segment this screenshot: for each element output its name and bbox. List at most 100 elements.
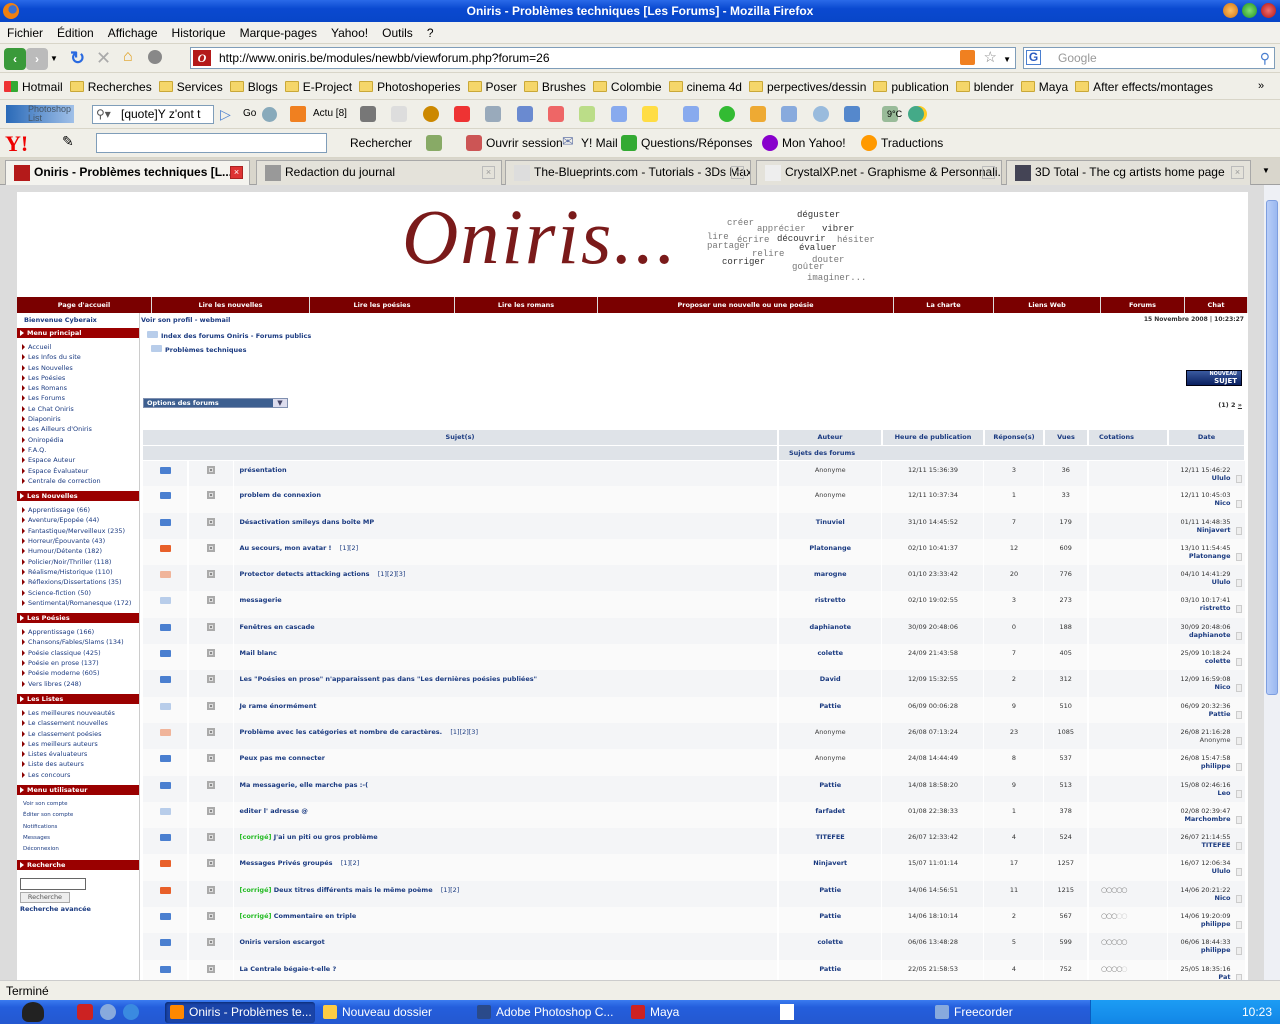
bookmark-item[interactable]: Hotmail [4,73,63,100]
bookmark-item[interactable]: perpectives/dessin [748,73,866,100]
profile-links[interactable]: Voir son profil - webmail [141,316,230,324]
sidebar-item[interactable]: Oniropédia [17,435,139,445]
sidebar-item[interactable]: Déconnexion [17,844,139,855]
my-yahoo-button[interactable]: Mon Yahoo! [782,136,846,150]
sidebar-item[interactable]: Les meilleures nouveautés [17,708,139,718]
top-nav-link[interactable]: Liens Web [994,297,1101,313]
bookmark-star-icon[interactable]: ☆ [984,48,997,68]
go-button[interactable]: Go [243,108,256,119]
last-post-doc-icon[interactable] [1235,763,1242,772]
login-button[interactable]: Ouvrir session [486,136,563,150]
col-subject[interactable]: Sujet(s) [143,430,779,446]
sidebar-item[interactable]: Listes évaluateurs [17,749,139,759]
sidebar-item[interactable]: Aventure/Epopée (44) [17,515,139,525]
last-post-author[interactable]: philippe [1168,762,1231,770]
topic-author[interactable]: Tinuviel [816,518,845,526]
color-wheel-icon[interactable] [422,106,439,122]
sidebar-item[interactable]: Diaponiris [17,414,139,424]
bookmark-item[interactable]: Services [158,73,223,100]
sidebar-item[interactable]: Espace Auteur [17,455,139,465]
last-post-author[interactable]: colette [1168,657,1231,665]
sidebar-item[interactable]: Apprentissage (66) [17,505,139,515]
minimize-button[interactable] [1223,3,1238,18]
translate-button[interactable]: Traductions [881,136,943,150]
sidebar-item[interactable]: Notifications [17,822,139,833]
last-post-doc-icon[interactable] [1235,474,1242,483]
menu-item[interactable]: Historique [165,22,233,44]
topic-title-link[interactable]: présentation [240,466,287,474]
sidebar-item[interactable]: Le Chat Oniris [17,404,139,414]
breadcrumb-forum[interactable]: Problèmes techniques [151,344,246,354]
topic-title-link[interactable]: Deux titres différents mais le même poèm… [274,886,433,894]
forward-button[interactable]: › [26,48,48,70]
menu-item[interactable]: Outils [375,22,420,44]
url-bar[interactable]: O http://www.oniris.be/modules/newbb/vie… [190,47,1016,69]
topic-pages-links[interactable]: [1][2][3] [378,570,406,578]
last-post-author[interactable]: Ululo [1168,474,1231,482]
topic-author[interactable]: Pattie [819,702,841,710]
topic-title-link[interactable]: Problème avec les catégories et nombre d… [240,728,443,736]
last-post-doc-icon[interactable] [1235,736,1242,745]
top-nav-link[interactable]: Proposer une nouvelle ou une poésie [598,297,894,313]
messenger-icon[interactable] [908,106,924,122]
photoshop-list-logo[interactable]: Photoshop List [6,105,74,123]
browser-tab[interactable]: CrystalXP.net - Graphisme & Personnali..… [756,160,1002,185]
ymail-button[interactable]: Y! Mail [581,136,618,150]
last-post-author[interactable]: ristretto [1168,604,1231,612]
yahoo-search-input[interactable] [96,133,327,153]
runner-app-icon[interactable] [780,1004,794,1020]
sidebar-item[interactable]: Centrale de correction [17,476,139,486]
topic-title-link[interactable]: Peux pas me connecter [240,754,325,762]
tab-close-icon[interactable]: × [731,166,744,179]
tab-close-icon[interactable]: × [1231,166,1244,179]
quicklaunch-app-icon[interactable] [77,1004,93,1020]
page-next-link[interactable]: » [1238,401,1242,409]
browser-tab[interactable]: Redaction du journal × [256,160,502,185]
search-input[interactable]: G Google ⚲ [1023,47,1275,69]
sidebar-item[interactable]: Policier/Noir/Thriller (118) [17,557,139,567]
topic-title-link[interactable]: Oniris version escargot [240,938,325,946]
bookmark-item[interactable]: cinema 4d [668,73,742,100]
last-post-doc-icon[interactable] [1235,842,1242,851]
bookmark-item[interactable]: Recherches [69,73,152,100]
bookmark-item[interactable]: Maya [1020,73,1068,100]
last-post-author[interactable]: Marchombre [1168,815,1230,823]
last-post-doc-icon[interactable] [1235,710,1242,719]
home-icon[interactable]: ⌂ [123,48,133,66]
page-2-link[interactable]: 2 [1231,401,1236,409]
col-replies[interactable]: Réponse(s) [983,430,1045,446]
col-date[interactable]: Date [1167,430,1247,446]
browser-tab[interactable]: The-Blueprints.com - Tutorials - 3Ds Max… [505,160,751,185]
last-post-author[interactable]: Ninjavert [1168,526,1231,534]
last-post-author[interactable]: Anonyme [1168,736,1231,744]
sidebar-item[interactable]: Réflexions/Dissertations (35) [17,577,139,587]
extension-icon[interactable] [148,50,162,64]
last-post-doc-icon[interactable] [1235,789,1242,798]
last-post-author[interactable]: philippe [1168,920,1231,928]
topic-title-link[interactable]: messagerie [240,596,282,604]
back-button[interactable]: ‹ [4,48,26,70]
topic-title-link[interactable]: Au secours, mon avatar ! [240,544,332,552]
last-post-doc-icon[interactable] [1235,579,1242,588]
forum-options-select[interactable]: Options des forums ▼ [143,398,288,408]
sidebar-item[interactable]: Messages [17,833,139,844]
last-post-author[interactable]: Leo [1168,789,1230,797]
calendar-icon[interactable] [548,106,565,122]
col-posted[interactable]: Heure de publication [881,430,985,446]
top-nav-link[interactable]: Lire les nouvelles [152,297,310,313]
maximize-button[interactable] [1242,3,1257,18]
notes-icon[interactable] [579,106,596,122]
topic-author[interactable]: marogne [814,570,847,578]
sidebar-item[interactable]: Accueil [17,342,139,352]
col-views[interactable]: Vues [1043,430,1089,446]
topic-author[interactable]: Pattie [819,965,841,973]
reload-icon[interactable]: ↻ [70,48,85,69]
sidebar-item[interactable]: Fantastique/Merveilleux (235) [17,526,139,536]
taskbar-button[interactable]: Oniris - Problèmes te... [165,1002,315,1023]
sidebar-item[interactable]: Les Nouvelles [17,363,139,373]
last-post-author[interactable]: Nico [1168,499,1231,507]
sidebar-item[interactable]: Les concours [17,770,139,780]
last-post-doc-icon[interactable] [1235,684,1242,693]
topic-pages-links[interactable]: [1][2][3] [450,728,478,736]
sidebar-item[interactable]: Poésie en prose (137) [17,658,139,668]
